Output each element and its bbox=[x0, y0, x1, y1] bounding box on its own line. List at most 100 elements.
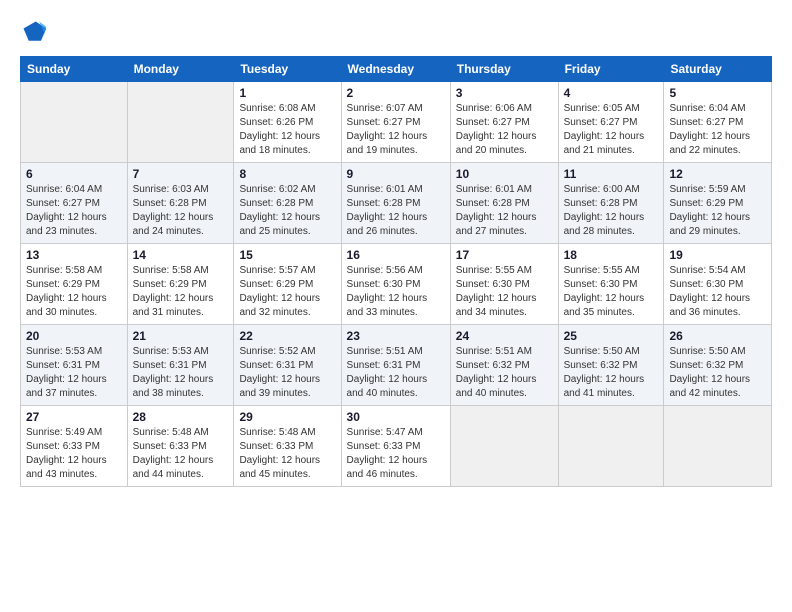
day-number: 11 bbox=[564, 167, 659, 181]
header-cell-tuesday: Tuesday bbox=[234, 57, 341, 82]
day-number: 12 bbox=[669, 167, 766, 181]
day-number: 10 bbox=[456, 167, 553, 181]
day-info: Sunrise: 6:03 AMSunset: 6:28 PMDaylight:… bbox=[133, 183, 229, 239]
day-number: 29 bbox=[239, 410, 335, 424]
calendar-cell: 17 Sunrise: 5:55 AMSunset: 6:30 PMDayligh… bbox=[450, 244, 558, 325]
calendar-cell bbox=[127, 82, 234, 163]
day-info: Sunrise: 6:06 AMSunset: 6:27 PMDaylight:… bbox=[456, 102, 553, 158]
week-row-2: 6 Sunrise: 6:04 AMSunset: 6:27 PMDaylight… bbox=[21, 163, 772, 244]
day-number: 3 bbox=[456, 86, 553, 100]
day-info: Sunrise: 6:05 AMSunset: 6:27 PMDaylight:… bbox=[564, 102, 659, 158]
header-cell-sunday: Sunday bbox=[21, 57, 128, 82]
day-number: 13 bbox=[26, 248, 122, 262]
day-number: 16 bbox=[347, 248, 445, 262]
day-number: 26 bbox=[669, 329, 766, 343]
day-number: 5 bbox=[669, 86, 766, 100]
day-info: Sunrise: 6:07 AMSunset: 6:27 PMDaylight:… bbox=[347, 102, 445, 158]
day-number: 6 bbox=[26, 167, 122, 181]
calendar-cell: 26 Sunrise: 5:50 AMSunset: 6:32 PMDayligh… bbox=[664, 325, 772, 406]
calendar-cell: 5 Sunrise: 6:04 AMSunset: 6:27 PMDaylight… bbox=[664, 82, 772, 163]
calendar-cell: 12 Sunrise: 5:59 AMSunset: 6:29 PMDayligh… bbox=[664, 163, 772, 244]
day-info: Sunrise: 5:56 AMSunset: 6:30 PMDaylight:… bbox=[347, 264, 445, 320]
day-info: Sunrise: 5:58 AMSunset: 6:29 PMDaylight:… bbox=[133, 264, 229, 320]
day-info: Sunrise: 5:57 AMSunset: 6:29 PMDaylight:… bbox=[239, 264, 335, 320]
calendar-table: SundayMondayTuesdayWednesdayThursdayFrid… bbox=[20, 56, 772, 487]
header bbox=[20, 18, 772, 46]
day-number: 2 bbox=[347, 86, 445, 100]
calendar-cell: 18Sunrise: 5:55 AMSunset: 6:30 PMDayligh… bbox=[558, 244, 664, 325]
calendar-cell: 25 Sunrise: 5:50 AMSunset: 6:32 PMDayligh… bbox=[558, 325, 664, 406]
calendar-cell: 19 Sunrise: 5:54 AMSunset: 6:30 PMDayligh… bbox=[664, 244, 772, 325]
calendar-cell: 2 Sunrise: 6:07 AMSunset: 6:27 PMDaylight… bbox=[341, 82, 450, 163]
calendar-cell: 28 Sunrise: 5:48 AMSunset: 6:33 PMDayligh… bbox=[127, 406, 234, 487]
day-info: Sunrise: 5:59 AMSunset: 6:29 PMDaylight:… bbox=[669, 183, 766, 239]
week-row-4: 20 Sunrise: 5:53 AMSunset: 6:31 PMDayligh… bbox=[21, 325, 772, 406]
day-info: Sunrise: 5:54 AMSunset: 6:30 PMDaylight:… bbox=[669, 264, 766, 320]
day-number: 23 bbox=[347, 329, 445, 343]
day-number: 28 bbox=[133, 410, 229, 424]
calendar-cell: 23 Sunrise: 5:51 AMSunset: 6:31 PMDayligh… bbox=[341, 325, 450, 406]
logo bbox=[20, 18, 52, 46]
day-info: Sunrise: 6:01 AMSunset: 6:28 PMDaylight:… bbox=[456, 183, 553, 239]
day-number: 21 bbox=[133, 329, 229, 343]
day-info: Sunrise: 5:58 AMSunset: 6:29 PMDaylight:… bbox=[26, 264, 122, 320]
day-info: Sunrise: 5:55 AMSunset: 6:30 PMDaylight:… bbox=[456, 264, 553, 320]
calendar-cell: 30 Sunrise: 5:47 AMSunset: 6:33 PMDayligh… bbox=[341, 406, 450, 487]
day-info: Sunrise: 5:53 AMSunset: 6:31 PMDaylight:… bbox=[133, 345, 229, 401]
day-number: 30 bbox=[347, 410, 445, 424]
calendar-cell: 29 Sunrise: 5:48 AMSunset: 6:33 PMDayligh… bbox=[234, 406, 341, 487]
calendar-cell: 24Sunrise: 5:51 AMSunset: 6:32 PMDayligh… bbox=[450, 325, 558, 406]
calendar-cell: 16 Sunrise: 5:56 AMSunset: 6:30 PMDayligh… bbox=[341, 244, 450, 325]
day-info: Sunrise: 6:01 AMSunset: 6:28 PMDaylight:… bbox=[347, 183, 445, 239]
day-number: 1 bbox=[239, 86, 335, 100]
day-number: 20 bbox=[26, 329, 122, 343]
day-number: 24 bbox=[456, 329, 553, 343]
day-info: Sunrise: 5:48 AMSunset: 6:33 PMDaylight:… bbox=[133, 426, 229, 482]
day-info: Sunrise: 6:02 AMSunset: 6:28 PMDaylight:… bbox=[239, 183, 335, 239]
calendar-cell: 10 Sunrise: 6:01 AMSunset: 6:28 PMDayligh… bbox=[450, 163, 558, 244]
day-info: Sunrise: 6:04 AMSunset: 6:27 PMDaylight:… bbox=[669, 102, 766, 158]
day-info: Sunrise: 5:51 AMSunset: 6:31 PMDaylight:… bbox=[347, 345, 445, 401]
calendar-cell: 1 Sunrise: 6:08 AMSunset: 6:26 PMDaylight… bbox=[234, 82, 341, 163]
day-info: Sunrise: 5:53 AMSunset: 6:31 PMDaylight:… bbox=[26, 345, 122, 401]
day-info: Sunrise: 5:50 AMSunset: 6:32 PMDaylight:… bbox=[669, 345, 766, 401]
header-cell-thursday: Thursday bbox=[450, 57, 558, 82]
calendar-cell bbox=[450, 406, 558, 487]
page: SundayMondayTuesdayWednesdayThursdayFrid… bbox=[0, 0, 792, 612]
day-info: Sunrise: 5:55 AMSunset: 6:30 PMDaylight:… bbox=[564, 264, 659, 320]
calendar-cell: 27Sunrise: 5:49 AMSunset: 6:33 PMDayligh… bbox=[21, 406, 128, 487]
calendar-cell: 9 Sunrise: 6:01 AMSunset: 6:28 PMDaylight… bbox=[341, 163, 450, 244]
day-info: Sunrise: 6:08 AMSunset: 6:26 PMDaylight:… bbox=[239, 102, 335, 158]
calendar-cell: 22 Sunrise: 5:52 AMSunset: 6:31 PMDayligh… bbox=[234, 325, 341, 406]
calendar-cell: 6 Sunrise: 6:04 AMSunset: 6:27 PMDaylight… bbox=[21, 163, 128, 244]
day-info: Sunrise: 5:48 AMSunset: 6:33 PMDaylight:… bbox=[239, 426, 335, 482]
week-row-5: 27Sunrise: 5:49 AMSunset: 6:33 PMDayligh… bbox=[21, 406, 772, 487]
week-row-1: 1 Sunrise: 6:08 AMSunset: 6:26 PMDaylight… bbox=[21, 82, 772, 163]
day-number: 4 bbox=[564, 86, 659, 100]
day-number: 7 bbox=[133, 167, 229, 181]
day-number: 27 bbox=[26, 410, 122, 424]
day-number: 19 bbox=[669, 248, 766, 262]
day-info: Sunrise: 5:47 AMSunset: 6:33 PMDaylight:… bbox=[347, 426, 445, 482]
day-number: 25 bbox=[564, 329, 659, 343]
calendar-cell: 11 Sunrise: 6:00 AMSunset: 6:28 PMDayligh… bbox=[558, 163, 664, 244]
week-row-3: 13 Sunrise: 5:58 AMSunset: 6:29 PMDayligh… bbox=[21, 244, 772, 325]
day-number: 22 bbox=[239, 329, 335, 343]
calendar-cell: 13 Sunrise: 5:58 AMSunset: 6:29 PMDayligh… bbox=[21, 244, 128, 325]
logo-icon bbox=[20, 18, 48, 46]
calendar-cell bbox=[21, 82, 128, 163]
header-row: SundayMondayTuesdayWednesdayThursdayFrid… bbox=[21, 57, 772, 82]
day-info: Sunrise: 6:00 AMSunset: 6:28 PMDaylight:… bbox=[564, 183, 659, 239]
header-cell-monday: Monday bbox=[127, 57, 234, 82]
calendar-cell: 21 Sunrise: 5:53 AMSunset: 6:31 PMDayligh… bbox=[127, 325, 234, 406]
day-info: Sunrise: 5:52 AMSunset: 6:31 PMDaylight:… bbox=[239, 345, 335, 401]
day-info: Sunrise: 5:50 AMSunset: 6:32 PMDaylight:… bbox=[564, 345, 659, 401]
day-number: 17 bbox=[456, 248, 553, 262]
day-number: 9 bbox=[347, 167, 445, 181]
calendar-cell: 7 Sunrise: 6:03 AMSunset: 6:28 PMDaylight… bbox=[127, 163, 234, 244]
header-cell-saturday: Saturday bbox=[664, 57, 772, 82]
calendar-cell bbox=[558, 406, 664, 487]
calendar-cell: 20 Sunrise: 5:53 AMSunset: 6:31 PMDayligh… bbox=[21, 325, 128, 406]
day-info: Sunrise: 6:04 AMSunset: 6:27 PMDaylight:… bbox=[26, 183, 122, 239]
day-number: 8 bbox=[239, 167, 335, 181]
